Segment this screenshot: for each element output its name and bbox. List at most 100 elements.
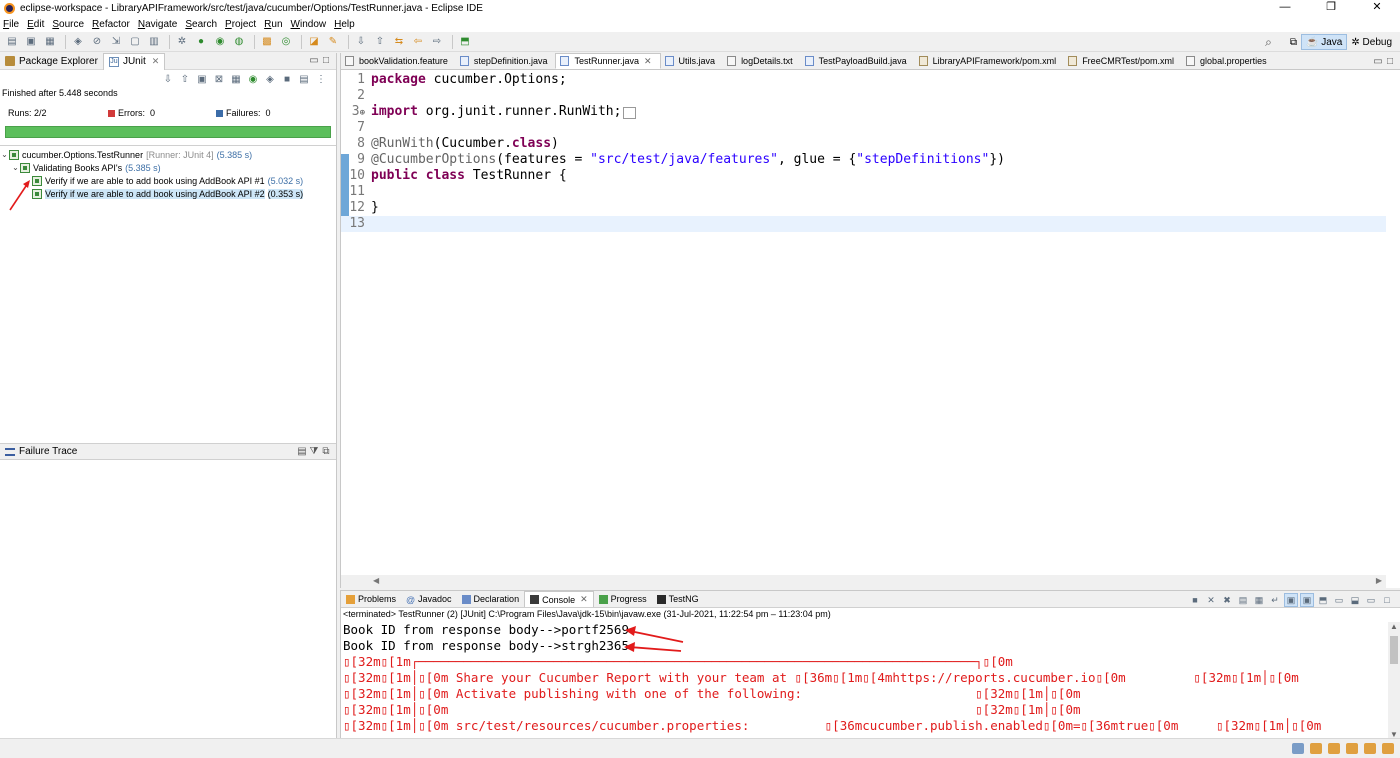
clear-console-icon[interactable]: ▤ [1236,593,1250,607]
display-console-icon[interactable]: ▭ [1332,593,1346,607]
remove-all-icon[interactable]: ✖ [1220,593,1234,607]
tab-package-explorer[interactable]: Package Explorer [0,53,103,70]
close-window-button[interactable]: ✕ [1354,0,1400,16]
editor-tab[interactable]: bookValidation.feature [341,53,456,69]
open-console-icon[interactable]: ⬓ [1348,593,1362,607]
new-class-icon[interactable]: ◎ [278,35,294,49]
save-icon[interactable]: ▣ [23,35,39,49]
fold-expand-icon[interactable]: ⊕ [360,108,365,118]
tab-problems[interactable]: Problems [341,591,401,607]
vertical-scrollbar[interactable]: ▲ ▼ [1388,622,1400,739]
tools-icon[interactable] [1364,743,1376,754]
tab-declaration[interactable]: Declaration [457,591,525,607]
chevron-down-icon[interactable]: ⌄ [0,150,9,159]
open-type-icon[interactable]: ◪ [306,35,322,49]
step-icon[interactable]: ▥ [146,35,162,49]
close-icon[interactable]: ✕ [644,56,652,67]
show-on-error-icon[interactable]: ▣ [1300,593,1314,607]
minimize-button[interactable]: — [1262,0,1308,16]
view-menu-icon[interactable]: ⋮ [313,72,329,86]
scroll-left-icon[interactable]: ◀ [373,576,379,585]
remove-launch-icon[interactable]: ✕ [1204,593,1218,607]
debug-icon[interactable]: ✲ [174,35,190,49]
menu-navigate[interactable]: Navigate [138,19,177,30]
show-failures-only-icon[interactable]: ▣ [194,72,210,86]
minimize-view-icon[interactable]: ▭ [308,55,320,66]
history-icon[interactable]: ▤ [296,72,312,86]
menu-edit[interactable]: Edit [27,19,44,30]
stop-icon[interactable]: ■ [279,72,295,86]
pin-console-icon[interactable]: ⬒ [1316,593,1330,607]
minimize-editor-icon[interactable]: ▭ [1372,56,1384,67]
tree-feature[interactable]: ⌄ Validating Books API's (5.385 s) [0,161,336,174]
editor-tab[interactable]: TestPayloadBuild.java [801,53,915,69]
external-tools-icon[interactable]: ◍ [231,35,247,49]
close-icon[interactable]: ✕ [152,56,160,67]
new-icon[interactable]: ▤ [4,35,20,49]
tab-console[interactable]: Console ✕ [524,591,594,607]
tip-bulb-icon[interactable] [1382,743,1394,754]
code-text-area[interactable]: 1 package cucumber.Options; 2 3⊕ import or… [341,70,1386,575]
maximize-button[interactable]: ❐ [1308,0,1354,16]
menu-source[interactable]: Source [52,19,84,30]
perspective-debug[interactable]: ✲ Debug [1347,34,1396,50]
filter-stack-icon[interactable]: ⧩ [308,446,320,457]
scroll-lock-icon[interactable]: ▦ [228,72,244,86]
search-icon[interactable]: ⌕ [1265,35,1272,50]
skip-breakpoints-icon[interactable]: ⊘ [89,35,105,49]
pin-editor-icon[interactable]: ⬒ [457,35,473,49]
next-annotation-icon[interactable]: ⇩ [353,35,369,49]
horizontal-scrollbar[interactable]: ◀ ▶ [341,575,1386,588]
scroll-lock-icon[interactable]: ▦ [1252,593,1266,607]
marketplace-icon[interactable] [1328,743,1340,754]
drop-frame-icon[interactable]: ⇲ [108,35,124,49]
perspective-java[interactable]: ☕ Java [1301,34,1348,50]
menu-search[interactable]: Search [185,19,217,30]
previous-failure-icon[interactable]: ⇧ [177,72,193,86]
compare-icon[interactable]: ▤ [296,446,308,457]
scroll-thumb[interactable] [1390,636,1398,664]
tab-javadoc[interactable]: @ Javadoc [401,591,457,607]
save-all-icon[interactable]: ▦ [42,35,58,49]
console-output[interactable]: Book ID from response body-->portf2569 B… [341,622,1386,739]
folded-block-icon[interactable] [623,107,637,119]
close-icon[interactable]: ✕ [580,594,588,605]
tab-testng[interactable]: TestNG [652,591,704,607]
folder-icon[interactable] [1310,743,1322,754]
rerun-failed-icon[interactable]: ◈ [262,72,278,86]
terminate-icon[interactable]: ■ [1188,593,1202,607]
editor-tab[interactable]: FreeCMRTest/pom.xml [1064,53,1182,69]
coverage-icon[interactable]: ◉ [212,35,228,49]
menu-file[interactable]: File [3,19,19,30]
tree-test-item-selected[interactable]: Verify if we are able to add book using … [0,187,336,200]
word-wrap-icon[interactable]: ↵ [1268,593,1282,607]
next-failure-icon[interactable]: ⇩ [160,72,176,86]
open-perspective-icon[interactable]: ⧉ [1286,34,1301,50]
menu-refactor[interactable]: Refactor [92,19,130,30]
editor-tab[interactable]: logDetails.txt [723,53,801,69]
show-skipped-icon[interactable]: ⊠ [211,72,227,86]
maximize-view-icon[interactable]: □ [320,55,332,66]
search-tool-icon[interactable]: ✎ [325,35,341,49]
scroll-right-icon[interactable]: ▶ [1376,576,1382,585]
maximize-editor-icon[interactable]: □ [1384,56,1396,67]
forward-icon[interactable]: ⇨ [429,35,445,49]
sync-icon[interactable] [1292,743,1304,754]
chevron-down-icon[interactable]: ⌄ [11,163,20,172]
editor-tab[interactable]: stepDefinition.java [456,53,556,69]
menu-project[interactable]: Project [225,19,256,30]
menu-help[interactable]: Help [334,19,355,30]
tree-root[interactable]: ⌄ cucumber.Options.TestRunner [Runner: J… [0,148,336,161]
minimize-view-icon[interactable]: ▭ [1364,593,1378,607]
toggle-breakpoint-icon[interactable]: ◈ [70,35,86,49]
editor-tab[interactable]: LibraryAPIFramework/pom.xml [915,53,1065,69]
editor-tab[interactable]: Utils.java [661,53,724,69]
back-icon[interactable]: ⇦ [410,35,426,49]
tab-junit[interactable]: Ju JUnit ✕ [102,52,166,70]
scroll-up-icon[interactable]: ▲ [1390,622,1398,631]
tab-progress[interactable]: Progress [594,591,652,607]
editor-tab-active[interactable]: TestRunner.java ✕ [555,53,661,69]
tree-test-item[interactable]: Verify if we are able to add book using … [0,174,336,187]
editor-tab[interactable]: global.properties [1182,53,1275,69]
menu-window[interactable]: Window [291,19,327,30]
